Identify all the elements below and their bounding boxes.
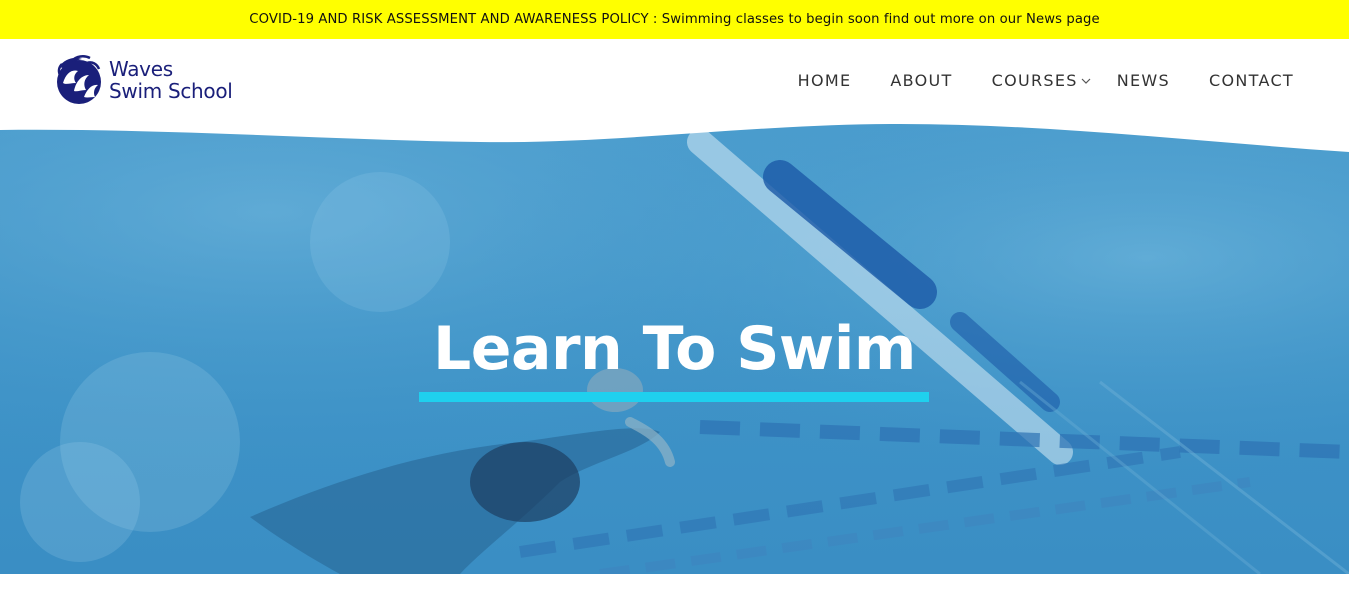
chevron-down-icon[interactable]: [1081, 76, 1091, 86]
site-header: Waves Swim School HOME ABOUT COURSES NEW…: [0, 39, 1349, 129]
hero-title-underline: [419, 392, 929, 402]
logo-line-2: Swim School: [109, 79, 233, 103]
nav-courses[interactable]: COURSES: [991, 71, 1091, 90]
nav-about-label: ABOUT: [890, 71, 953, 90]
nav-news[interactable]: NEWS: [1117, 71, 1170, 90]
nav-about[interactable]: ABOUT: [890, 71, 952, 90]
nav-news-label: NEWS: [1116, 71, 1171, 90]
nav-contact-label: CONTACT: [1209, 71, 1294, 90]
hero-banner: Learn To Swim: [0, 122, 1349, 574]
logo-wordmark: Waves Swim School: [109, 58, 233, 102]
logo-line-1: Waves: [109, 57, 173, 81]
nav-home-label: HOME: [797, 71, 852, 90]
nav-contact[interactable]: CONTACT: [1209, 71, 1294, 90]
nav-courses-label: COURSES: [991, 71, 1078, 90]
nav-home[interactable]: HOME: [798, 71, 852, 90]
wave-emblem-icon: [57, 55, 101, 104]
hero-title: Learn To Swim: [433, 314, 916, 384]
main-nav: HOME ABOUT COURSES NEWS CONTACT: [798, 71, 1294, 90]
site-logo[interactable]: Waves Swim School: [54, 53, 233, 107]
announcement-text[interactable]: COVID-19 AND RISK ASSESSMENT AND AWARENE…: [249, 12, 1099, 27]
announcement-bar[interactable]: COVID-19 AND RISK ASSESSMENT AND AWARENE…: [0, 0, 1349, 39]
